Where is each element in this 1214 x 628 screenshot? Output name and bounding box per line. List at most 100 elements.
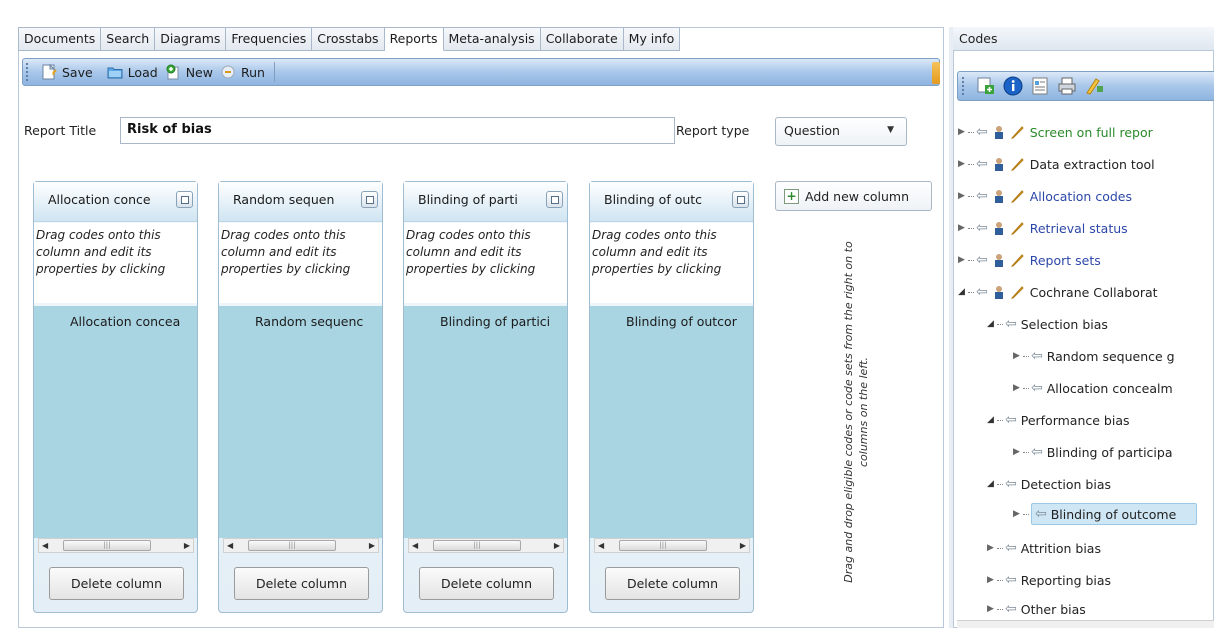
tree-item-cochrane-collaboration[interactable]: ◢ ⇦ Cochrane Collaborat (958, 281, 1158, 303)
expand-icon[interactable]: ▶ (1013, 509, 1023, 519)
add-code-set-icon[interactable] (975, 75, 997, 97)
tree-item-report-sets[interactable]: ▶ ⇦ Report sets (958, 249, 1101, 271)
run-button[interactable]: Run (220, 61, 272, 83)
expand-icon[interactable]: ▶ (958, 223, 968, 233)
column-scrollbar[interactable]: ◀ ||| ▶ (408, 538, 564, 553)
load-button[interactable]: Load (100, 61, 165, 83)
pencil-icon[interactable] (1010, 189, 1024, 203)
column-properties-icon[interactable] (361, 191, 378, 208)
column-header[interactable]: Blinding of parti (404, 182, 567, 222)
expand-icon[interactable]: ▶ (1013, 447, 1023, 457)
column-drop-area[interactable]: Random sequenc (219, 306, 382, 538)
toolbar-grip[interactable] (26, 63, 34, 81)
expand-icon[interactable]: ▶ (958, 127, 968, 137)
column-drop-area[interactable]: Blinding of outcor (590, 306, 753, 538)
tab-reports[interactable]: Reports (384, 27, 444, 51)
delete-column-button[interactable]: Delete column (605, 567, 740, 600)
add-new-column-button[interactable]: + Add new column (775, 181, 932, 211)
tree-item-allocation-concealment[interactable]: ▶ ⇦ Allocation concealm (1013, 377, 1173, 399)
scroll-left-icon[interactable]: ◀ (42, 539, 48, 552)
column-code[interactable]: Blinding of partici (440, 314, 568, 329)
delete-column-button[interactable]: Delete column (49, 567, 184, 600)
scroll-thumb[interactable]: ||| (63, 540, 151, 551)
tab-crosstabs[interactable]: Crosstabs (312, 27, 385, 51)
column-drop-area[interactable]: Blinding of partici (404, 306, 567, 538)
column-header[interactable]: Blinding of outc (590, 182, 753, 222)
tab-my-info[interactable]: My info (623, 27, 681, 51)
report-type-select[interactable]: Question ▼ (775, 117, 907, 146)
column-code[interactable]: Blinding of outcor (626, 314, 754, 329)
expand-icon[interactable]: ▶ (987, 543, 997, 553)
expand-icon[interactable]: ▶ (958, 191, 968, 201)
report-column[interactable]: Blinding of outc Drag codes onto this co… (589, 181, 754, 613)
delete-column-button[interactable]: Delete column (419, 567, 554, 600)
scroll-left-icon[interactable]: ◀ (598, 539, 604, 552)
new-button[interactable]: New (165, 61, 220, 83)
column-properties-icon[interactable] (732, 191, 749, 208)
scroll-left-icon[interactable]: ◀ (227, 539, 233, 552)
tree-item-attrition-bias[interactable]: ▶ ⇦ Attrition bias (987, 537, 1101, 559)
tree-item-retrieval-status[interactable]: ▶ ⇦ Retrieval status (958, 217, 1128, 239)
expand-icon[interactable]: ▶ (958, 255, 968, 265)
column-scrollbar[interactable]: ◀ ||| ▶ (223, 538, 379, 553)
collapse-icon[interactable]: ◢ (958, 287, 968, 297)
tab-meta-analysis[interactable]: Meta-analysis (443, 27, 541, 51)
report-column[interactable]: Allocation conce Drag codes onto this co… (33, 181, 198, 613)
column-properties-icon[interactable] (176, 191, 193, 208)
tab-diagrams[interactable]: Diagrams (155, 27, 227, 51)
scroll-right-icon[interactable]: ▶ (554, 539, 560, 552)
tree-item-other-bias[interactable]: ▶ ⇦ Other bias (987, 598, 1086, 620)
pencil-icon[interactable] (1010, 125, 1024, 139)
tree-item-blinding-of-outcome[interactable]: ▶ ⇦ Blinding of outcome (1013, 503, 1198, 525)
expand-icon[interactable]: ▶ (958, 159, 968, 169)
column-scrollbar[interactable]: ◀ ||| ▶ (38, 538, 194, 553)
tab-search[interactable]: Search (101, 27, 156, 51)
column-header[interactable]: Random sequen (219, 182, 382, 222)
column-header[interactable]: Allocation conce (34, 182, 197, 222)
scroll-thumb[interactable]: ||| (433, 540, 521, 551)
tree-item-detection-bias[interactable]: ◢ ⇦ Detection bias (987, 473, 1111, 495)
tab-documents[interactable]: Documents (18, 27, 102, 51)
column-code[interactable]: Random sequenc (255, 314, 383, 329)
pencil-icon[interactable] (1010, 253, 1024, 267)
pencil-icon[interactable] (1010, 285, 1024, 299)
scroll-right-icon[interactable]: ▶ (369, 539, 375, 552)
scroll-thumb[interactable]: ||| (248, 540, 336, 551)
expand-icon[interactable]: ▶ (1013, 383, 1023, 393)
delete-column-button[interactable]: Delete column (234, 567, 369, 600)
tab-collaborate[interactable]: Collaborate (540, 27, 624, 51)
column-code[interactable]: Allocation concea (70, 314, 198, 329)
print-icon[interactable] (1056, 75, 1078, 97)
save-button[interactable]: Save (34, 61, 100, 83)
report-title-input[interactable]: Risk of bias (120, 117, 675, 144)
report-column[interactable]: Random sequen Drag codes onto this colum… (218, 181, 383, 613)
tree-item-performance-bias[interactable]: ◢ ⇦ Performance bias (987, 409, 1130, 431)
report-column[interactable]: Blinding of parti Drag codes onto this c… (403, 181, 568, 613)
collapse-icon[interactable]: ◢ (987, 319, 997, 329)
tree-item-selection-bias[interactable]: ◢ ⇦ Selection bias (987, 313, 1108, 335)
column-properties-icon[interactable] (546, 191, 563, 208)
selected-tree-item[interactable]: ⇦ Blinding of outcome (1031, 503, 1198, 525)
properties-icon[interactable] (1029, 75, 1051, 97)
tree-item-screen-on-full-report[interactable]: ▶ ⇦ Screen on full repor (958, 121, 1153, 143)
toolbar-overflow[interactable] (932, 62, 940, 84)
expand-icon[interactable]: ▶ (987, 575, 997, 585)
scroll-thumb[interactable]: ||| (619, 540, 707, 551)
column-drop-area[interactable]: Allocation concea (34, 306, 197, 538)
code-tools-icon[interactable] (1083, 75, 1105, 97)
tree-item-blinding-of-participants[interactable]: ▶ ⇦ Blinding of participa (1013, 441, 1173, 463)
scroll-right-icon[interactable]: ▶ (184, 539, 190, 552)
scroll-left-icon[interactable]: ◀ (412, 539, 418, 552)
tree-item-random-sequence[interactable]: ▶ ⇦ Random sequence g (1013, 345, 1175, 367)
scroll-right-icon[interactable]: ▶ (740, 539, 746, 552)
collapse-icon[interactable]: ◢ (987, 415, 997, 425)
expand-icon[interactable]: ▶ (987, 604, 997, 614)
tree-item-allocation-codes[interactable]: ▶ ⇦ Allocation codes (958, 185, 1132, 207)
codes-toolbar-grip[interactable] (962, 77, 970, 95)
pencil-icon[interactable] (1010, 221, 1024, 235)
column-scrollbar[interactable]: ◀ ||| ▶ (594, 538, 750, 553)
tree-item-reporting-bias[interactable]: ▶ ⇦ Reporting bias (987, 569, 1111, 591)
pencil-icon[interactable] (1010, 157, 1024, 171)
info-icon[interactable] (1002, 75, 1024, 97)
expand-icon[interactable]: ▶ (1013, 351, 1023, 361)
